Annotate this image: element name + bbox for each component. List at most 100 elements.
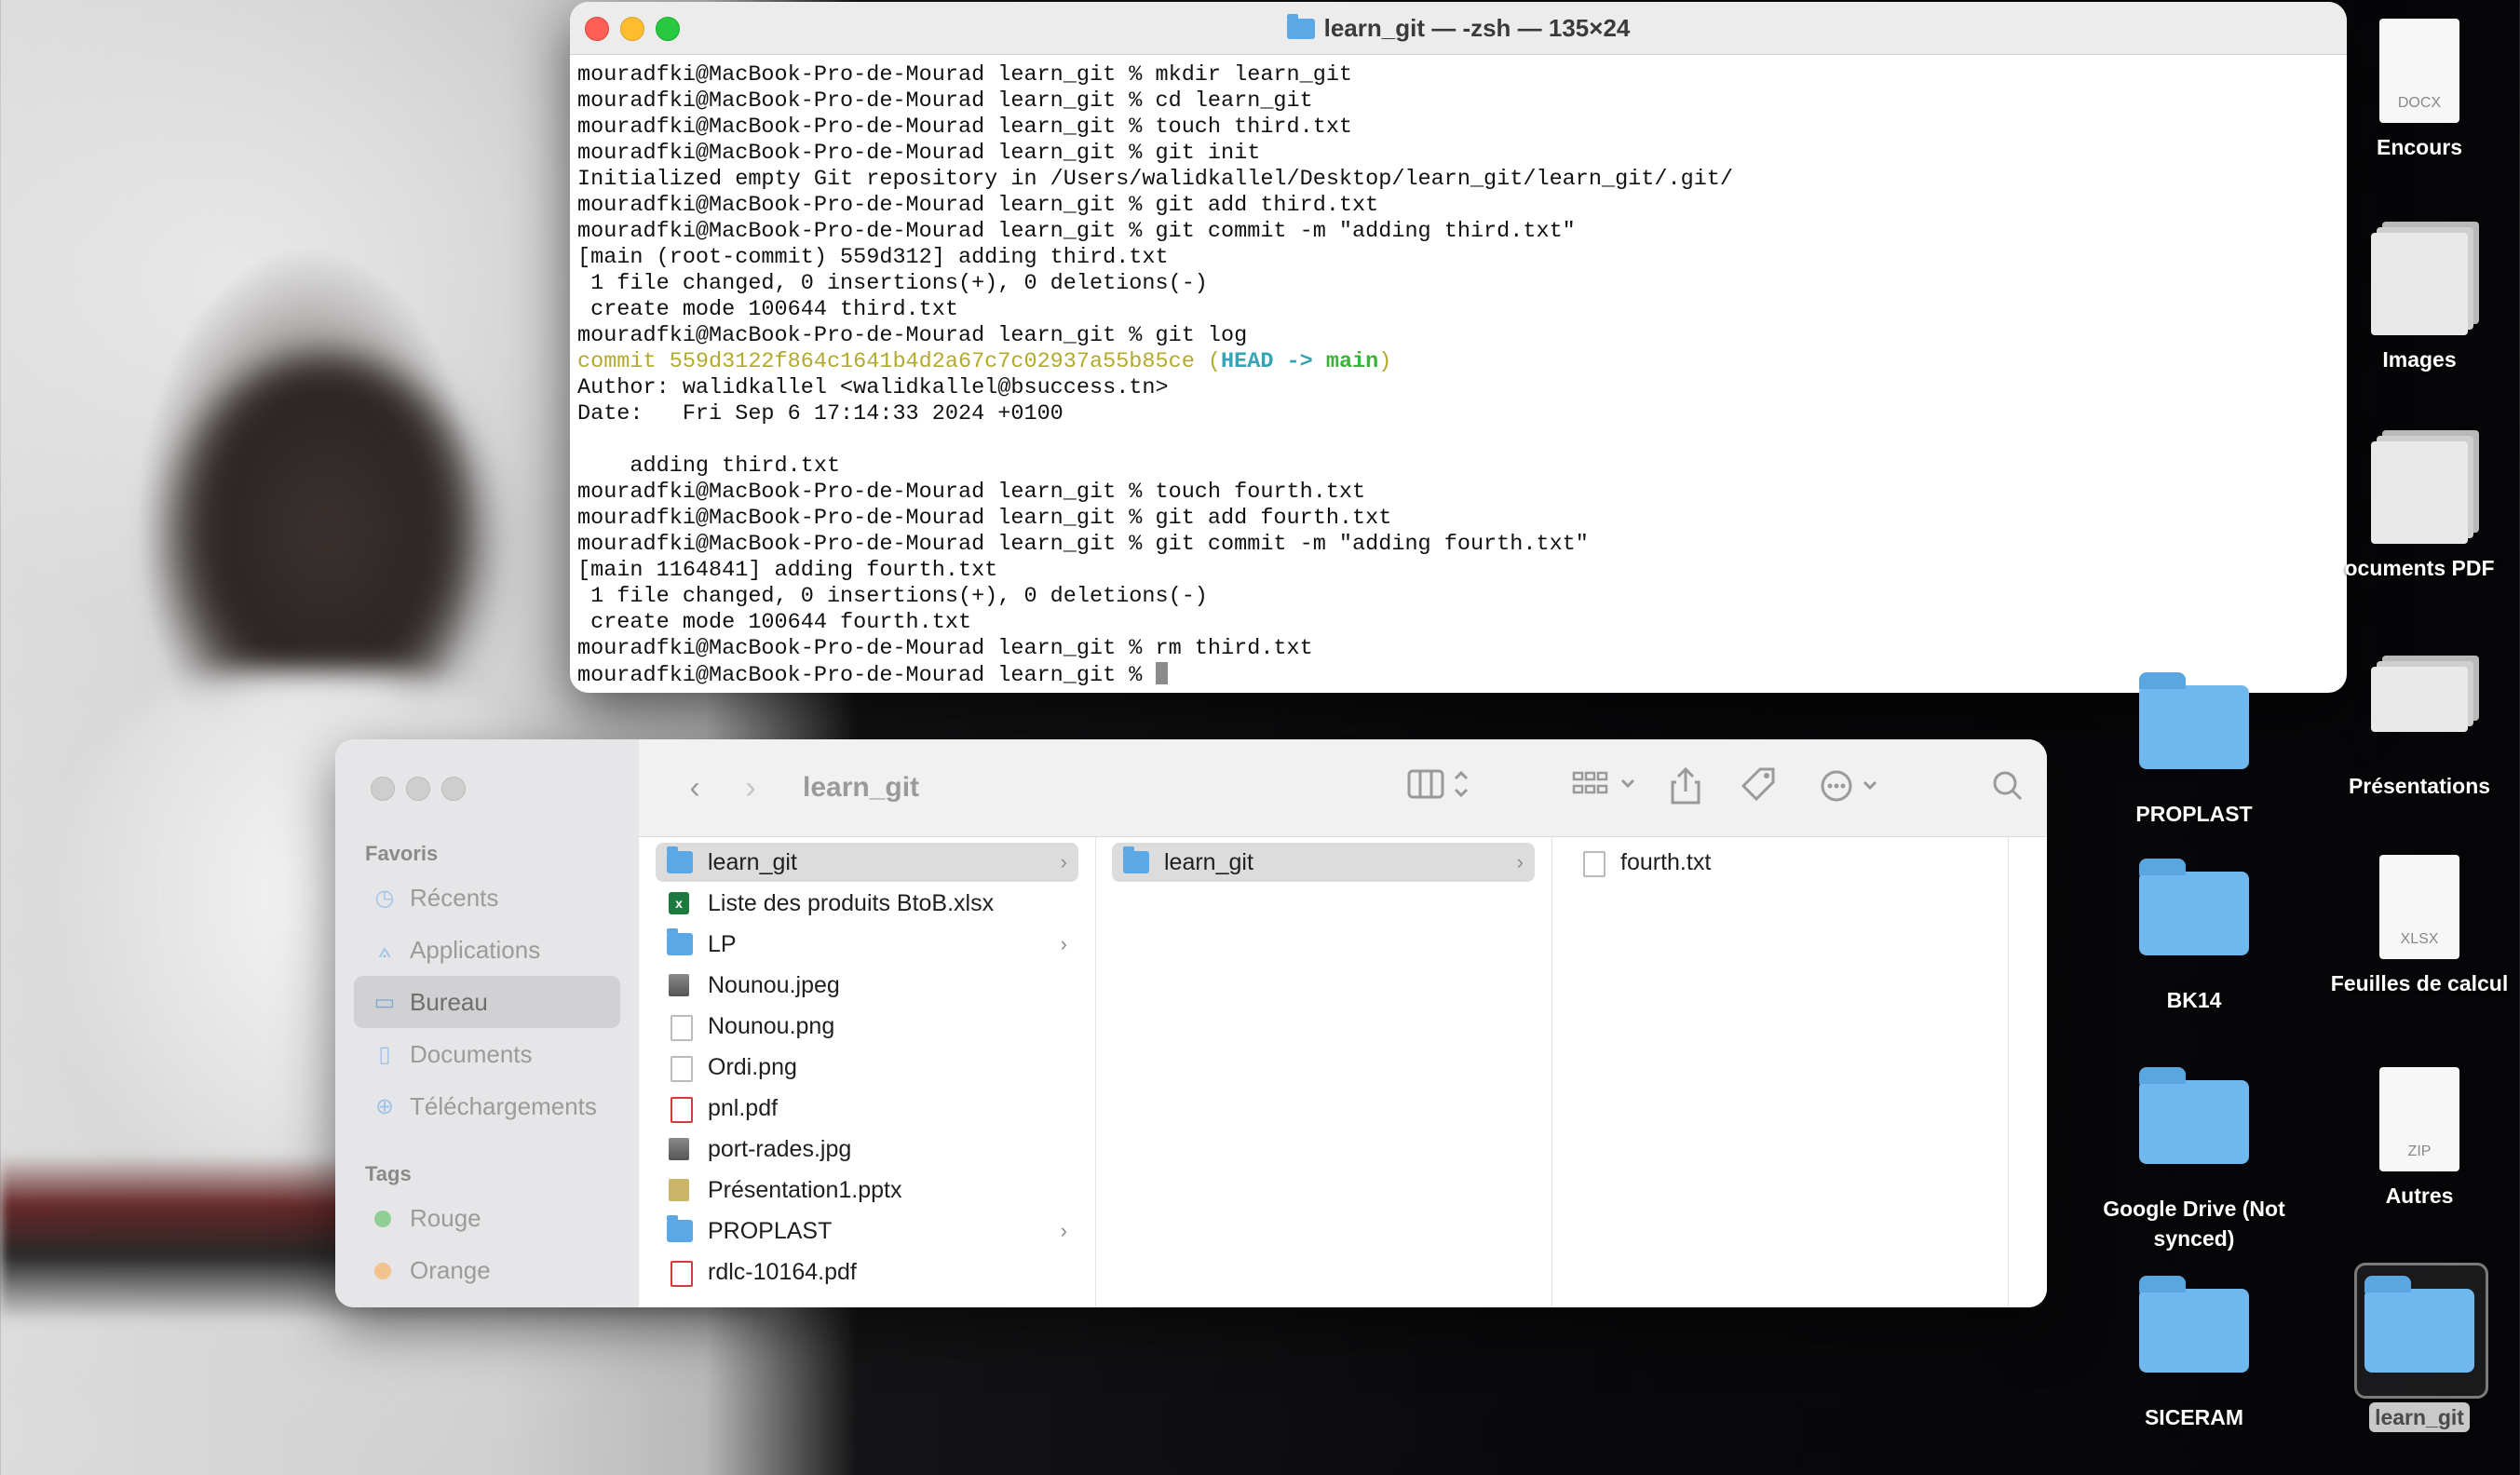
sidebar-item-recents[interactable]: ◷ Récents xyxy=(354,872,620,924)
desktop-icon-pdf-documents[interactable]: ocuments PDF xyxy=(2308,441,2520,583)
text-file-icon xyxy=(1583,851,1605,877)
list-item[interactable]: LP › xyxy=(656,925,1078,964)
tags-heading: Tags xyxy=(365,1162,412,1185)
sidebar-item-documents[interactable]: ▯ Documents xyxy=(354,1028,620,1080)
list-item[interactable]: learn_git › xyxy=(656,843,1078,882)
terminal-line: mouradfki@MacBook-Pro-de-Mourad learn_gi… xyxy=(577,62,1353,88)
document-icon: ▯ xyxy=(378,1042,391,1067)
text-cursor xyxy=(1155,662,1168,684)
desktop-icon-bk14[interactable]: BK14 xyxy=(2082,859,2306,1015)
sidebar-item-downloads[interactable]: ⊕ Téléchargements xyxy=(354,1080,620,1132)
sidebar-item-desktop[interactable]: ▭ Bureau xyxy=(354,976,620,1028)
desktop-icon-siceram[interactable]: SICERAM xyxy=(2082,1276,2306,1432)
branch-ref: main xyxy=(1325,349,1379,374)
sidebar-tag-orange[interactable]: Orange xyxy=(354,1244,620,1296)
desktop-icon-spreadsheets[interactable]: XLSX Feuilles de calcul xyxy=(2308,855,2520,998)
view-columns-button[interactable] xyxy=(1402,765,1477,810)
pdf-stack-icon xyxy=(2371,441,2468,544)
terminal-line: 1 file changed, 0 insertions(+), 0 delet… xyxy=(577,271,1208,296)
chevron-right-icon: › xyxy=(1060,1219,1067,1242)
finder-window[interactable]: Favoris ◷ Récents ⟑ Applications ▭ Burea… xyxy=(335,739,2047,1307)
terminal-line: mouradfki@MacBook-Pro-de-Mourad learn_gi… xyxy=(577,636,1313,661)
group-button[interactable] xyxy=(1570,765,1645,810)
minimize-button[interactable] xyxy=(406,777,430,801)
terminal-line: Initialized empty Git repository in /Use… xyxy=(577,167,1734,192)
sidebar-tag-red[interactable]: Rouge xyxy=(354,1192,620,1244)
terminal-line: 1 file changed, 0 insertions(+), 0 delet… xyxy=(577,584,1208,609)
terminal-line: create mode 100644 fourth.txt xyxy=(577,610,972,635)
search-button[interactable] xyxy=(1987,765,2028,810)
terminal-line: mouradfki@MacBook-Pro-de-Mourad learn_gi… xyxy=(577,323,1248,348)
image-file-icon xyxy=(669,974,689,996)
grid-icon xyxy=(1572,771,1635,794)
desktop-icon-google-drive[interactable]: Google Drive (Not synced) xyxy=(2082,1067,2306,1253)
tag-icon xyxy=(1741,767,1775,802)
forward-button[interactable]: › xyxy=(732,765,769,810)
powerpoint-file-icon xyxy=(669,1179,689,1201)
zip-file-icon: ZIP xyxy=(2379,1067,2459,1171)
folder-icon xyxy=(667,928,693,955)
desktop-icon-proplast[interactable]: PROPLAST xyxy=(2082,672,2306,829)
column-2[interactable]: learn_git › xyxy=(1095,837,1552,1307)
list-item[interactable]: pnl.pdf xyxy=(656,1089,1078,1128)
close-button[interactable] xyxy=(371,777,395,801)
folder-icon xyxy=(2139,672,2249,769)
terminal-titlebar[interactable]: learn_git — -zsh — 135×24 xyxy=(570,2,2347,55)
share-icon xyxy=(1671,766,1700,805)
clock-icon: ◷ xyxy=(374,886,395,911)
image-file-icon xyxy=(671,1015,693,1041)
list-item[interactable]: Nounou.jpeg xyxy=(656,966,1078,1005)
folder-icon xyxy=(2139,1276,2249,1373)
sidebar-item-applications[interactable]: ⟑ Applications xyxy=(354,924,620,976)
list-item[interactable]: rdlc-10164.pdf xyxy=(656,1252,1078,1292)
list-item[interactable]: Nounou.png xyxy=(656,1007,1078,1046)
image-stack-icon xyxy=(2371,233,2468,335)
folder-icon xyxy=(667,846,693,873)
terminal-line: [main (root-commit) 559d312] adding thir… xyxy=(577,245,1169,270)
list-item[interactable]: Ordi.png xyxy=(656,1048,1078,1087)
back-button[interactable]: ‹ xyxy=(676,765,713,810)
pdf-file-icon xyxy=(671,1261,693,1287)
list-item[interactable]: PROPLAST › xyxy=(656,1211,1078,1251)
list-item[interactable]: learn_git › xyxy=(1112,843,1535,882)
folder-icon xyxy=(2364,1276,2474,1373)
terminal-line: [main 1164841] adding fourth.txt xyxy=(577,558,998,583)
zoom-button[interactable] xyxy=(441,777,466,801)
chevron-right-icon: › xyxy=(1516,850,1524,873)
commit-line: commit 559d3122f864c1641b4d2a67c7c02937a… xyxy=(577,349,2339,375)
terminal-prompt[interactable]: mouradfki@MacBook-Pro-de-Mourad learn_gi… xyxy=(577,662,2339,688)
desktop-icon-autres[interactable]: ZIP Autres xyxy=(2308,1067,2520,1211)
head-ref: HEAD -> xyxy=(1221,349,1326,374)
column-1[interactable]: learn_git › x Liste des produits BtoB.xlsx… xyxy=(639,837,1096,1307)
terminal-line: mouradfki@MacBook-Pro-de-Mourad learn_gi… xyxy=(577,88,1313,114)
download-icon: ⊕ xyxy=(374,1094,395,1119)
finder-sidebar: Favoris ◷ Récents ⟑ Applications ▭ Burea… xyxy=(335,739,639,1307)
terminal-window[interactable]: learn_git — -zsh — 135×24 mouradfki@MacB… xyxy=(570,2,2347,693)
list-item[interactable]: port-rades.jpg xyxy=(656,1130,1078,1169)
share-button[interactable] xyxy=(1665,765,1706,810)
desktop-icon-images[interactable]: Images xyxy=(2308,233,2520,374)
terminal-line: mouradfki@MacBook-Pro-de-Mourad learn_gi… xyxy=(577,193,1379,218)
desktop-icon-learn-git[interactable]: learn_git xyxy=(2308,1276,2520,1432)
terminal-line: Author: walidkallel <walidkallel@bsucces… xyxy=(577,375,1169,400)
terminal-output[interactable]: mouradfki@MacBook-Pro-de-Mourad learn_gi… xyxy=(570,55,2347,688)
terminal-line: Date: Fri Sep 6 17:14:33 2024 +0100 xyxy=(577,401,1064,426)
desktop-icon-presentations[interactable]: Présentations xyxy=(2308,667,2520,801)
list-item[interactable]: fourth.txt xyxy=(1568,843,1991,882)
terminal-line: mouradfki@MacBook-Pro-de-Mourad learn_gi… xyxy=(577,480,1366,505)
list-item[interactable]: Présentation1.pptx xyxy=(656,1171,1078,1210)
column-3[interactable]: fourth.txt xyxy=(1551,837,2009,1307)
tag-dot-icon xyxy=(374,1211,391,1227)
pdf-file-icon xyxy=(671,1097,693,1123)
more-actions-button[interactable] xyxy=(1818,765,1892,810)
desktop-icon-encours[interactable]: DOCX Encours xyxy=(2308,19,2520,162)
list-item[interactable]: x Liste des produits BtoB.xlsx xyxy=(656,884,1078,923)
folder-icon xyxy=(2139,859,2249,955)
chevron-right-icon: › xyxy=(1060,932,1067,955)
tag-button[interactable] xyxy=(1738,765,1779,810)
columns-icon xyxy=(1407,769,1469,799)
folder-icon xyxy=(1286,14,1315,39)
excel-file-icon: x xyxy=(669,892,689,914)
terminal-line: mouradfki@MacBook-Pro-de-Mourad learn_gi… xyxy=(577,506,1392,531)
